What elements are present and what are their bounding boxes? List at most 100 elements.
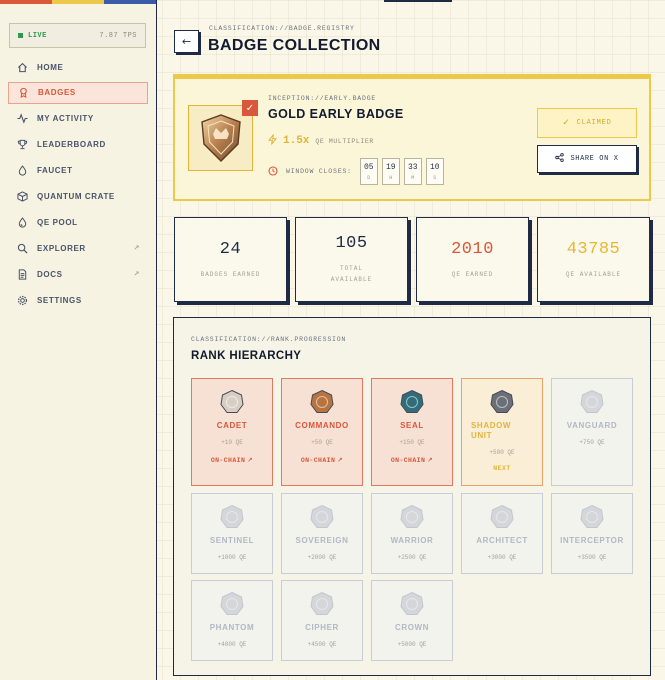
sidebar-item-label: QE POOL — [37, 217, 78, 227]
stat-qe-earned: 2010 QE EARNED — [416, 217, 529, 302]
sidebar-item-badges[interactable]: BADGES — [8, 81, 148, 104]
rank-card-cadet[interactable]: CADET +10 QE ON-CHAIN ↗ — [191, 378, 273, 486]
rank-name: CROWN — [394, 623, 430, 632]
rank-emblem-icon — [220, 389, 244, 413]
rank-qe-reward: +150 QE — [399, 439, 425, 446]
rank-qe-reward: +3500 QE — [577, 554, 607, 561]
sidebar-nav: HOME BADGES MY ACTIVITY LEADERBOARD FAUC… — [8, 56, 148, 315]
share-icon — [555, 153, 565, 165]
pool-icon — [16, 216, 28, 228]
sidebar-item-label: BADGES — [38, 88, 76, 98]
gold-badge-icon — [200, 114, 241, 162]
rank-qe-reward: +2500 QE — [397, 554, 427, 561]
check-icon: ✓ — [562, 118, 571, 128]
rank-emblem-icon — [580, 389, 604, 413]
external-link-icon: ↗ — [337, 456, 344, 464]
rank-name: CADET — [216, 421, 248, 430]
rank-card-sentinel[interactable]: SENTINEL +1000 QE — [191, 493, 273, 574]
rank-emblem-icon — [310, 591, 334, 615]
rank-card-shadow-unit[interactable]: SHADOW UNIT +500 QE NEXT — [461, 378, 543, 486]
sidebar-item-docs[interactable]: DOCS ↗ — [8, 263, 148, 285]
stat-label: QE EARNED — [451, 270, 494, 278]
external-link-icon: ↗ — [247, 456, 254, 464]
rank-emblem-icon — [310, 504, 334, 528]
rank-emblem-icon — [490, 504, 514, 528]
rank-emblem-icon — [310, 389, 334, 413]
page-title: BADGE COLLECTION — [208, 37, 381, 54]
rank-card-crown[interactable]: CROWN +5000 QE — [371, 580, 453, 661]
rank-card-phantom[interactable]: PHANTOM +4000 QE — [191, 580, 273, 661]
lightning-icon — [267, 132, 278, 150]
stat-label: QE AVAILABLE — [565, 270, 622, 278]
sidebar-item-label: SETTINGS — [37, 295, 82, 305]
on-chain-label: ON-CHAIN — [300, 457, 336, 464]
stat-label: TOTAL AVAILABLE — [330, 265, 373, 283]
rank-emblem-icon — [580, 504, 604, 528]
featured-badge-name: GOLD EARLY BADGE — [268, 107, 404, 121]
sidebar-item-label: QUANTUM CRATE — [37, 191, 115, 201]
rank-name: INTERCEPTOR — [560, 536, 624, 545]
network-status: LIVE 7.87 TPS — [9, 23, 146, 48]
rank-emblem-icon — [400, 389, 424, 413]
window-row: WINDOW CLOSES: 05 D 19 H 33 M 10 S — [268, 158, 444, 185]
rank-qe-reward: +2000 QE — [307, 554, 337, 561]
inception-label: INCEPTION://EARLY.BADGE — [268, 95, 377, 102]
rank-qe-reward: +750 QE — [579, 439, 605, 446]
sidebar-item-qe-pool[interactable]: QE POOL — [8, 211, 148, 233]
stat-value: 24 — [219, 239, 242, 259]
gear-icon — [16, 294, 28, 306]
rank-qe-reward: +500 QE — [489, 449, 515, 456]
featured-stripe — [175, 76, 649, 79]
arrow-left-icon: ← — [181, 35, 192, 48]
rank-emblem-icon — [400, 504, 424, 528]
rank-name: WARRIOR — [390, 536, 434, 545]
on-chain-label: ON-CHAIN — [210, 457, 246, 464]
rank-qe-reward: +3000 QE — [487, 554, 517, 561]
rank-classification: CLASSIFICATION://RANK.PROGRESSION — [191, 336, 347, 343]
countdown-hours: 19 H — [381, 158, 400, 185]
stat-value: 2010 — [451, 239, 494, 259]
multiplier-row: 1.5x QE MULTIPLIER — [267, 132, 374, 150]
rank-card-seal[interactable]: SEAL +150 QE ON-CHAIN ↗ — [371, 378, 453, 486]
claimed-label: CLAIMED — [576, 119, 612, 127]
sidebar-item-faucet[interactable]: FAUCET — [8, 160, 148, 182]
sidebar-item-explorer[interactable]: EXPLORER ↗ — [8, 237, 148, 259]
on-chain-label: ON-CHAIN — [390, 457, 426, 464]
rank-card-interceptor[interactable]: INTERCEPTOR +3500 QE — [551, 493, 633, 574]
rank-qe-reward: +50 QE — [311, 439, 333, 446]
sidebar-color-bar — [0, 0, 156, 4]
on-chain-link[interactable]: ON-CHAIN ↗ — [301, 456, 343, 464]
on-chain-link[interactable]: ON-CHAIN ↗ — [391, 456, 433, 464]
rank-card-warrior[interactable]: WARRIOR +2500 QE — [371, 493, 453, 574]
claimed-button[interactable]: ✓ CLAIMED — [537, 108, 637, 138]
sidebar-item-quantum-crate[interactable]: QUANTUM CRATE — [8, 185, 148, 207]
countdown-timer: 05 D 19 H 33 M 10 S — [359, 158, 444, 185]
share-on-x-button[interactable]: SHARE ON X — [537, 145, 637, 173]
sidebar-item-leaderboard[interactable]: LEADERBOARD — [8, 134, 148, 156]
on-chain-link[interactable]: ON-CHAIN ↗ — [211, 456, 253, 464]
sidebar-item-label: LEADERBOARD — [37, 140, 106, 150]
rank-card-sovereign[interactable]: SOVEREIGN +2000 QE — [281, 493, 363, 574]
countdown-seconds: 10 S — [425, 158, 444, 185]
sidebar-item-home[interactable]: HOME — [8, 56, 148, 78]
rank-card-architect[interactable]: ARCHITECT +3000 QE — [461, 493, 543, 574]
rank-card-vanguard[interactable]: VANGUARD +750 QE — [551, 378, 633, 486]
multiplier-label: QE MULTIPLIER — [315, 137, 374, 145]
page-classification: CLASSIFICATION://BADGE.REGISTRY — [209, 25, 355, 32]
rank-emblem-icon — [490, 389, 514, 413]
stat-total-available: 105 TOTAL AVAILABLE — [295, 217, 408, 302]
sidebar-item-my-activity[interactable]: MY ACTIVITY — [8, 108, 148, 130]
trophy-icon — [16, 139, 28, 151]
rank-name: VANGUARD — [566, 421, 618, 430]
stat-value: 43785 — [566, 239, 621, 259]
rank-card-cipher[interactable]: CIPHER +4500 QE — [281, 580, 363, 661]
rank-qe-reward: +1000 QE — [217, 554, 247, 561]
rank-name: PHANTOM — [209, 623, 255, 632]
back-button[interactable]: ← — [174, 30, 199, 53]
rank-card-commando[interactable]: COMMANDO +50 QE ON-CHAIN ↗ — [281, 378, 363, 486]
live-label: LIVE — [28, 31, 47, 40]
stat-value: 105 — [335, 234, 368, 253]
stat-qe-available: 43785 QE AVAILABLE — [537, 217, 650, 302]
sidebar-item-settings[interactable]: SETTINGS — [8, 289, 148, 311]
window-closes-label: WINDOW CLOSES: — [286, 168, 352, 175]
